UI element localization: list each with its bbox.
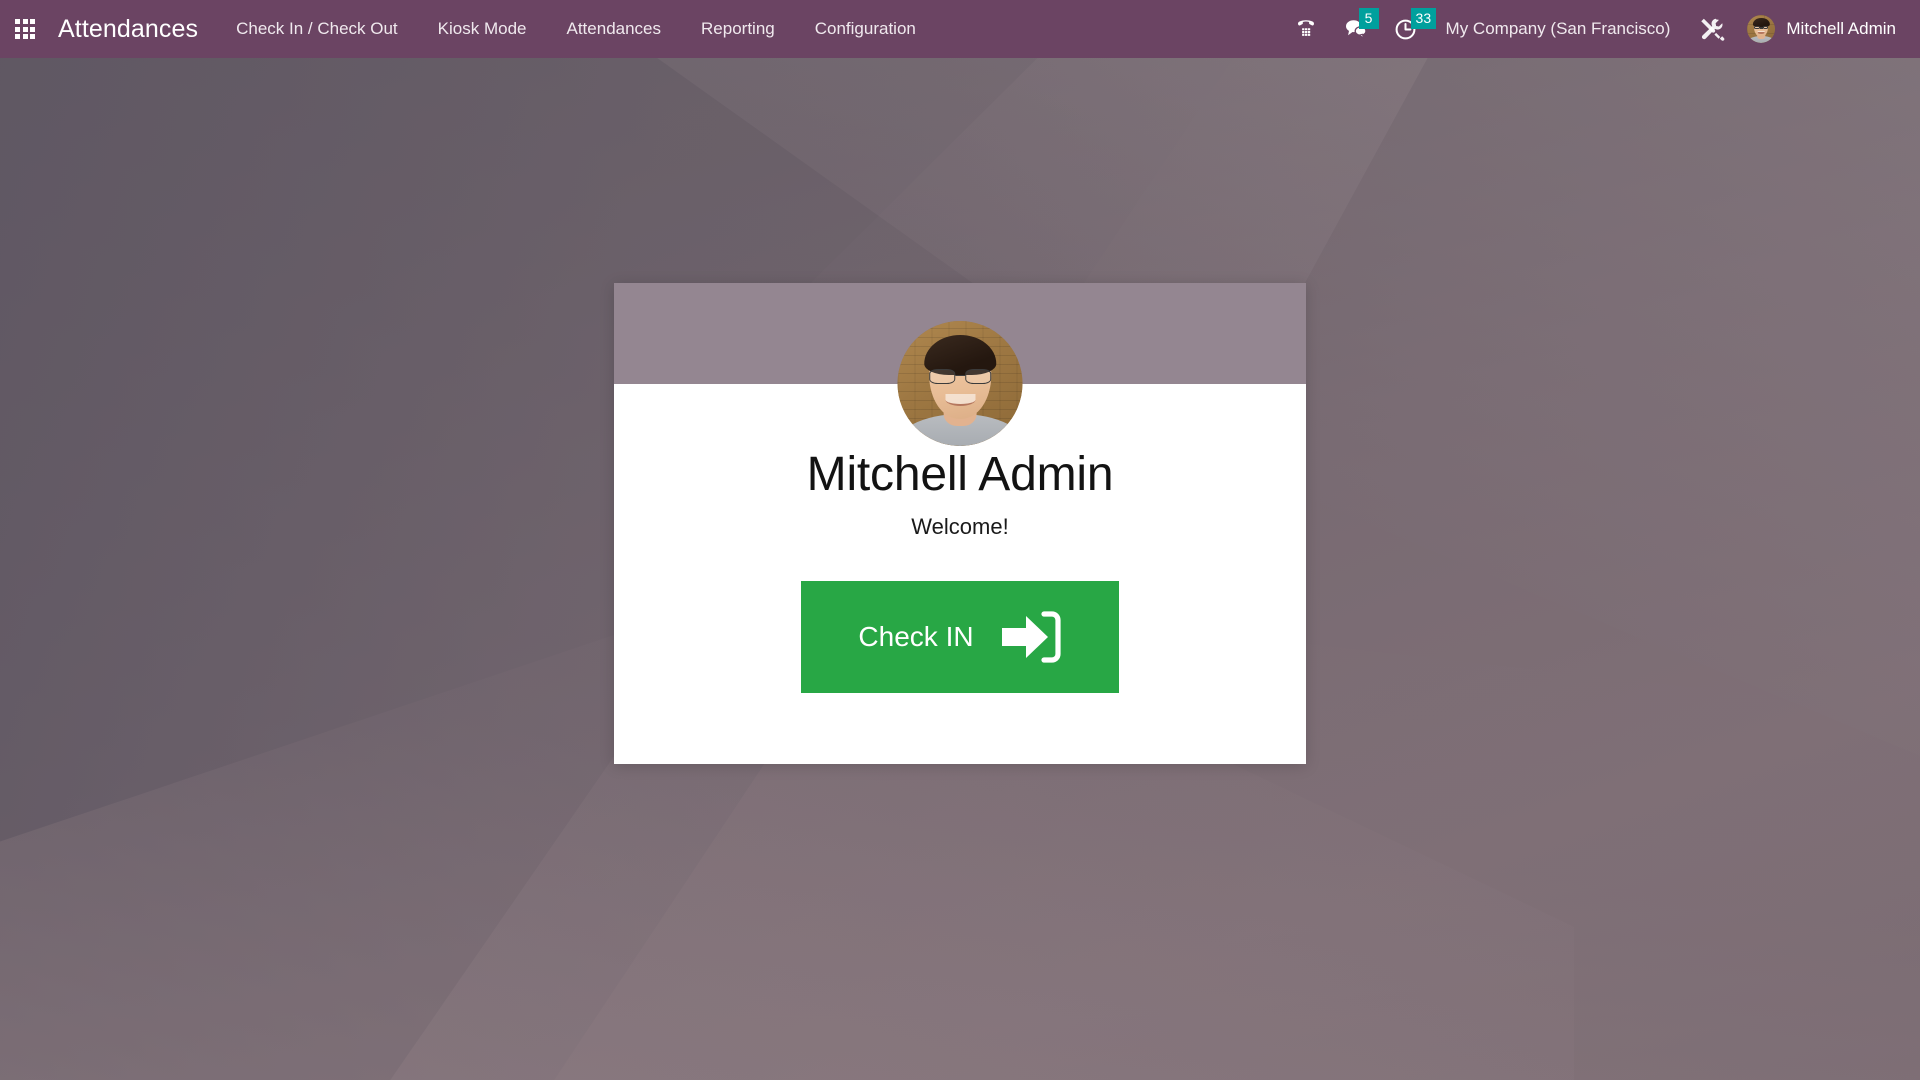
menu-item-configuration[interactable]: Configuration <box>795 0 936 58</box>
menu-item-kiosk-mode[interactable]: Kiosk Mode <box>418 0 547 58</box>
company-selector[interactable]: My Company (San Francisco) <box>1430 0 1687 58</box>
user-menu-button[interactable]: Mitchell Admin <box>1739 0 1908 58</box>
user-menu-label: Mitchell Admin <box>1786 19 1896 38</box>
employee-avatar <box>897 321 1023 446</box>
sign-in-arrow-icon <box>1001 611 1061 663</box>
developer-tools-button[interactable] <box>1686 0 1739 58</box>
navbar-systray: 5 33 My Company (San Francisco) Mitchell… <box>1281 0 1920 58</box>
messages-button[interactable]: 5 <box>1331 0 1381 58</box>
welcome-message: Welcome! <box>911 513 1009 539</box>
menu-item-attendances[interactable]: Attendances <box>547 0 682 58</box>
user-avatar-portrait <box>1747 15 1776 43</box>
apps-grid-icon <box>14 18 36 40</box>
apps-menu-button[interactable] <box>0 0 50 58</box>
navbar-menu: Check In / Check Out Kiosk Mode Attendan… <box>216 0 936 58</box>
tools-wrench-screwdriver-icon <box>1701 18 1725 41</box>
check-in-label: Check IN <box>858 620 974 652</box>
navbar-left-section: Attendances <box>0 0 216 58</box>
top-navbar: Attendances Check In / Check Out Kiosk M… <box>0 0 1920 58</box>
user-avatar-icon <box>1747 15 1776 43</box>
desktop-background: Attendances Check In / Check Out Kiosk M… <box>0 0 1920 1080</box>
employee-avatar-portrait <box>897 321 1023 446</box>
employee-name: Mitchell Admin <box>806 448 1114 501</box>
menu-item-check-in-check-out[interactable]: Check In / Check Out <box>216 0 418 58</box>
activities-counter-badge: 33 <box>1410 8 1437 29</box>
messages-counter-badge: 5 <box>1358 8 1379 29</box>
attendance-kiosk-card: Mitchell Admin Welcome! Check IN <box>614 283 1306 764</box>
check-in-button[interactable]: Check IN <box>801 580 1119 693</box>
app-brand-title[interactable]: Attendances <box>50 0 216 58</box>
activities-button[interactable]: 33 <box>1381 0 1437 58</box>
phone-dialpad-icon <box>1297 20 1314 36</box>
menu-item-reporting[interactable]: Reporting <box>681 0 795 58</box>
phone-dialpad-button[interactable] <box>1281 0 1331 58</box>
